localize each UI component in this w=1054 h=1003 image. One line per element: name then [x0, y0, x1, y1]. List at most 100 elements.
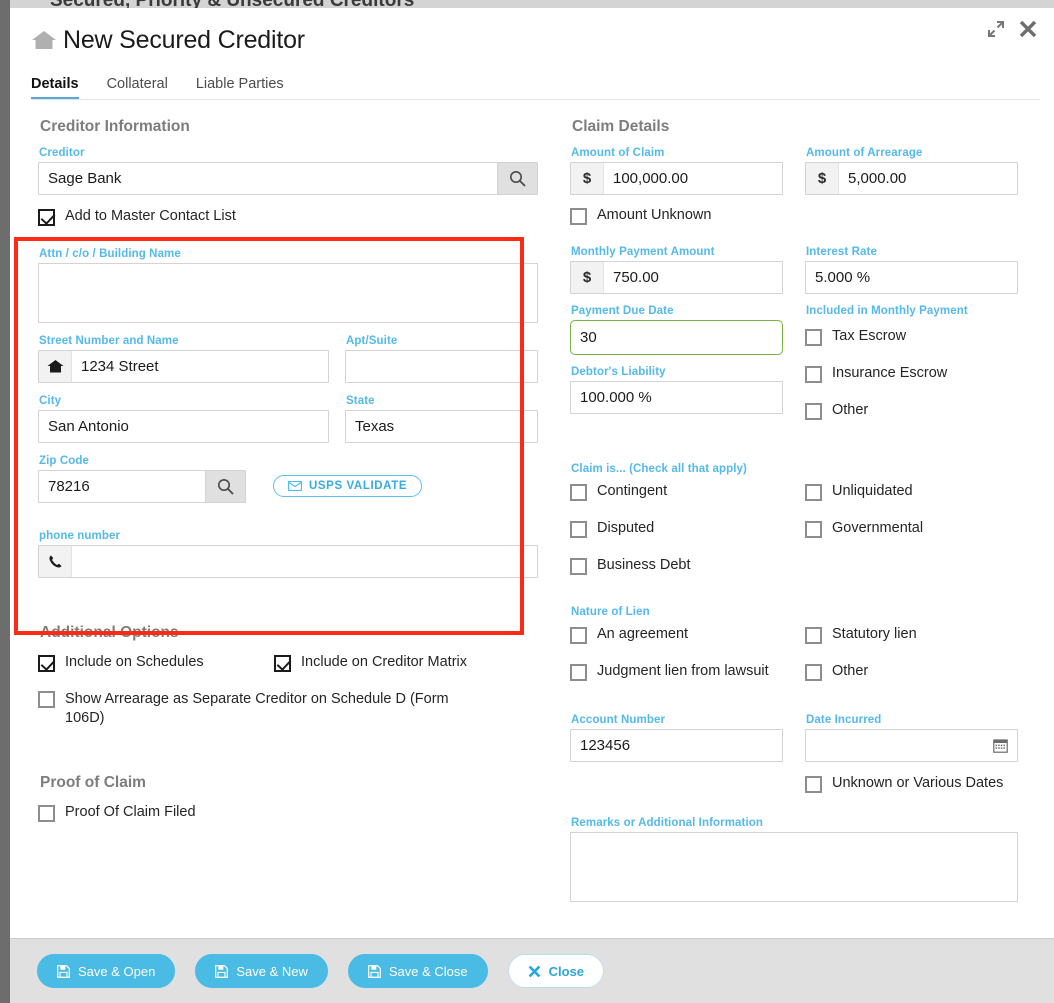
checkbox-include-on-creditor-matrix[interactable]: Include on Creditor Matrix [274, 654, 467, 672]
save-icon [215, 964, 229, 978]
checkbox-statutory-lien[interactable]: Statutory lien [805, 626, 1018, 644]
checkbox-label: An agreement [597, 626, 689, 642]
tab-collateral[interactable]: Collateral [93, 76, 182, 100]
date-incurred-input[interactable] [805, 729, 1018, 762]
checkbox-contingent[interactable]: Contingent [570, 483, 783, 501]
window-controls [985, 18, 1039, 40]
zip-input[interactable]: 78216 [38, 470, 246, 503]
phone-input[interactable] [38, 545, 538, 578]
remarks-textarea[interactable] [570, 832, 1018, 902]
checkbox-box[interactable] [570, 484, 587, 501]
creditor-input-value: Sage Bank [48, 170, 122, 187]
checkbox-box[interactable] [805, 664, 822, 681]
button-label: Save & Open [78, 963, 156, 979]
label-zip: Zip Code [39, 455, 89, 467]
search-icon[interactable] [497, 163, 537, 194]
amount-of-claim-value: 100,000.00 [613, 170, 689, 187]
checkbox-proof-of-claim-filed[interactable]: Proof Of Claim Filed [38, 804, 538, 822]
checkbox-box[interactable] [570, 208, 587, 225]
checkbox-box[interactable] [805, 484, 822, 501]
state-input[interactable]: Texas [345, 410, 538, 443]
checkbox-tax-escrow[interactable]: Tax Escrow [805, 328, 1018, 346]
save-and-open-button[interactable]: Save & Open [37, 954, 176, 988]
checkbox-include-on-schedules[interactable]: Include on Schedules [38, 654, 274, 672]
save-and-new-button[interactable]: Save & New [195, 954, 328, 988]
window-left-rail [0, 0, 10, 1003]
checkbox-box[interactable] [570, 664, 587, 681]
checkbox-lien-other[interactable]: Other [805, 663, 1018, 681]
field-amount-of-claim: Amount of Claim $ 100,000.00 [570, 147, 783, 195]
field-attn: Attn / c/o / Building Name [38, 248, 538, 323]
checkbox-box[interactable] [805, 627, 822, 644]
checkbox-insurance-escrow[interactable]: Insurance Escrow [805, 365, 1018, 383]
creditor-information-column: Creditor Information Creditor Sage Bank … [38, 118, 538, 822]
checkbox-judgment-lien-from-lawsuit[interactable]: Judgment lien from lawsuit [570, 663, 783, 681]
checkbox-box[interactable] [38, 209, 55, 226]
home-icon [39, 351, 72, 382]
checkbox-box[interactable] [38, 805, 55, 822]
calendar-icon[interactable] [983, 730, 1017, 761]
street-input[interactable]: 1234 Street [38, 350, 329, 383]
attn-textarea[interactable] [38, 263, 538, 323]
account-number-input[interactable]: 123456 [570, 729, 783, 762]
checkbox-box[interactable] [570, 627, 587, 644]
save-icon [367, 964, 381, 978]
checkbox-amount-unknown[interactable]: Amount Unknown [570, 207, 1030, 225]
checkbox-add-to-master-contact-list[interactable]: Add to Master Contact List [38, 208, 538, 226]
account-number-value: 123456 [580, 737, 631, 754]
checkbox-box[interactable] [274, 655, 291, 672]
monthly-payment-value: 750.00 [613, 269, 659, 286]
field-monthly-payment-amount: Monthly Payment Amount $ 750.00 [570, 246, 783, 294]
checkbox-box[interactable] [805, 329, 822, 346]
checkbox-box[interactable] [38, 691, 55, 708]
checkbox-an-agreement[interactable]: An agreement [570, 626, 783, 644]
monthly-payment-input[interactable]: $ 750.00 [570, 261, 783, 294]
checkbox-label: Statutory lien [832, 626, 917, 642]
checkbox-box[interactable] [805, 776, 822, 793]
label-amount-of-claim: Amount of Claim [571, 147, 665, 159]
label-claim-is: Claim is... (Check all that apply) [571, 463, 747, 475]
amount-of-claim-input[interactable]: $ 100,000.00 [570, 162, 783, 195]
amount-of-arrearage-input[interactable]: $ 5,000.00 [805, 162, 1018, 195]
checkbox-included-other[interactable]: Other [805, 402, 1018, 420]
payment-due-date-value: 30 [580, 329, 597, 346]
checkbox-box[interactable] [38, 655, 55, 672]
label-monthly-payment-amount: Monthly Payment Amount [571, 246, 715, 258]
label-payment-due-date: Payment Due Date [571, 305, 674, 317]
checkbox-show-arrearage-separate-creditor[interactable]: Show Arrearage as Separate Creditor on S… [38, 690, 475, 728]
save-and-close-button[interactable]: Save & Close [347, 954, 488, 988]
tab-details[interactable]: Details [31, 76, 93, 100]
usps-validate-button[interactable]: USPS VALIDATE [273, 475, 423, 497]
field-date-incurred: Date Incurred Unknown or Various Dates [805, 714, 1018, 793]
claim-is-right-column: Unliquidated Governmental [805, 483, 1018, 575]
field-included-in-monthly-payment: Included in Monthly Payment Tax Escrow I… [805, 305, 1018, 420]
field-state: State Texas [345, 395, 538, 443]
checkbox-unknown-or-various-dates[interactable]: Unknown or Various Dates [805, 775, 1018, 793]
row-zip-usps: Zip Code 78216 USPS VALIDATE [38, 455, 538, 503]
interest-rate-input[interactable]: 5.000 % [805, 261, 1018, 294]
expand-arrows-icon[interactable] [985, 18, 1007, 40]
city-input[interactable]: San Antonio [38, 410, 329, 443]
checkbox-unliquidated[interactable]: Unliquidated [805, 483, 1018, 501]
payment-due-date-input[interactable]: 30 [570, 320, 783, 355]
checkbox-box[interactable] [570, 521, 587, 538]
creditor-input[interactable]: Sage Bank [38, 162, 538, 195]
close-x-icon[interactable] [1017, 18, 1039, 40]
checkbox-box[interactable] [805, 366, 822, 383]
label-amount-of-arrearage: Amount of Arrearage [806, 147, 923, 159]
field-creditor: Creditor Sage Bank [38, 147, 538, 195]
checkbox-box[interactable] [805, 403, 822, 420]
search-icon[interactable] [205, 471, 245, 502]
checkbox-label: Disputed [597, 520, 655, 536]
checkbox-box[interactable] [570, 558, 587, 575]
checkbox-disputed[interactable]: Disputed [570, 520, 783, 538]
checkbox-box[interactable] [805, 521, 822, 538]
button-label: Save & Close [388, 963, 468, 979]
apt-input[interactable] [345, 350, 538, 383]
close-button[interactable]: Close [507, 954, 605, 988]
checkbox-business-debt[interactable]: Business Debt [570, 557, 783, 575]
field-city: City San Antonio [38, 395, 329, 443]
debtors-liability-input[interactable]: 100.000 % [570, 381, 783, 414]
tab-liable-parties[interactable]: Liable Parties [182, 76, 298, 100]
checkbox-governmental[interactable]: Governmental [805, 520, 1018, 538]
